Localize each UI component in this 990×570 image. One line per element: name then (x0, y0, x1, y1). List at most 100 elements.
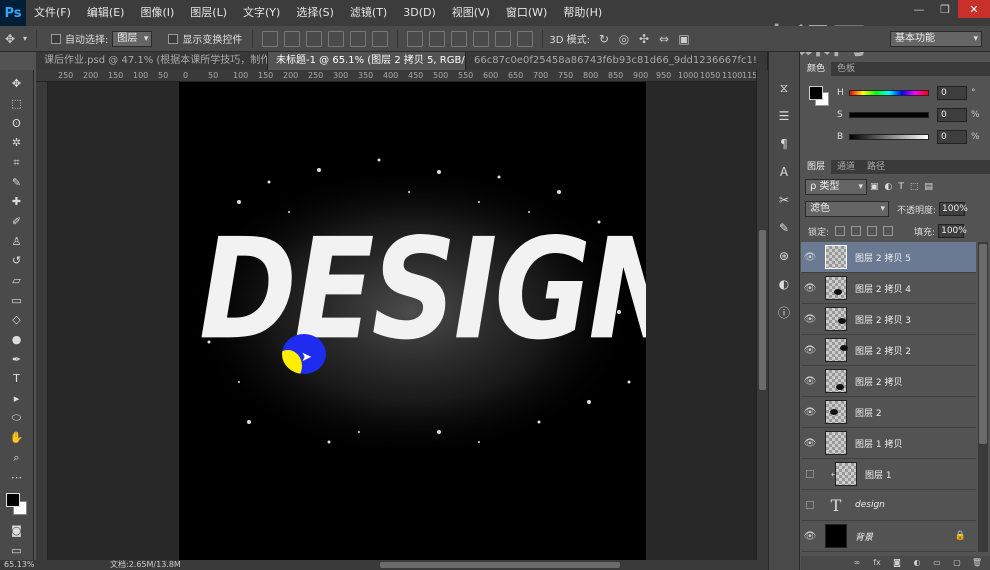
trash-icon[interactable]: 🗑 (970, 558, 984, 568)
saturation-slider[interactable] (849, 112, 929, 118)
move-tool-icon[interactable]: ✥ (0, 29, 20, 49)
distribute-hcenter-icon[interactable] (495, 30, 512, 47)
3d-roll-icon[interactable]: ◎ (614, 29, 634, 49)
align-vcenter-icon[interactable] (284, 30, 301, 47)
new-layer-icon[interactable]: ▢ (950, 558, 964, 568)
workspace-dropdown[interactable]: 基本功能 (890, 31, 982, 47)
marquee-tool-icon[interactable]: ⬚ (3, 94, 31, 114)
chevron-down-icon[interactable]: ▾ (20, 29, 30, 49)
align-right-icon[interactable] (372, 30, 389, 47)
shape-tool-icon[interactable]: ⬭ (3, 408, 31, 428)
menu-edit[interactable]: 编辑(E) (79, 0, 133, 26)
eyedropper-icon[interactable]: ✎ (3, 172, 31, 192)
tab-untitled[interactable]: 未标题-1 @ 65.1% (图层 2 拷贝 5, RGB/8) * × (268, 52, 466, 70)
distribute-vcenter-icon[interactable] (429, 30, 446, 47)
eye-icon[interactable]: 👁 (801, 407, 819, 418)
blur-tool-icon[interactable]: ◇ (3, 310, 31, 330)
filter-pixel-icon[interactable]: ▣ (870, 182, 879, 192)
clone-stamp-icon[interactable]: ♙ (3, 231, 31, 251)
hue-slider[interactable] (849, 90, 929, 96)
menu-layer[interactable]: 图层(L) (182, 0, 235, 26)
eye-icon[interactable]: 👁 (801, 283, 819, 294)
eraser-icon[interactable]: ▱ (3, 271, 31, 291)
info-panel-icon[interactable]: ⓘ (773, 301, 795, 323)
align-left-icon[interactable] (328, 30, 345, 47)
visibility-box[interactable] (806, 500, 814, 509)
history-panel-icon[interactable]: ⧖ (773, 77, 795, 99)
distribute-bottom-icon[interactable] (451, 30, 468, 47)
lock-image-icon[interactable] (851, 226, 862, 236)
adjustment-panel-icon[interactable]: ◐ (773, 273, 795, 295)
brightness-value[interactable]: 0 (937, 130, 967, 144)
align-bottom-icon[interactable] (306, 30, 323, 47)
brush-tool-icon[interactable]: ✐ (3, 212, 31, 232)
layer-row[interactable]: 👁 图层 2 拷贝 5 (801, 242, 976, 273)
tab-image-file[interactable]: 66c87c0e0f25458a86743f6b93c81d66_9dd1236… (466, 52, 768, 70)
align-hcenter-icon[interactable] (350, 30, 367, 47)
layer-row[interactable]: 👁 图层 2 拷贝 4 (801, 273, 976, 304)
brush-panel-icon[interactable]: ✎ (773, 217, 795, 239)
distribute-top-icon[interactable] (407, 30, 424, 47)
hand-tool-icon[interactable]: ✋ (3, 428, 31, 448)
menu-select[interactable]: 选择(S) (288, 0, 342, 26)
dodge-tool-icon[interactable]: ● (3, 330, 31, 350)
healing-brush-icon[interactable]: ✚ (3, 192, 31, 212)
properties-panel-icon[interactable]: ☰ (773, 105, 795, 127)
distribute-left-icon[interactable] (473, 30, 490, 47)
layer-row[interactable]: 👁 图层 2 拷贝 2 (801, 335, 976, 366)
tab-color[interactable]: 颜色 (801, 62, 832, 76)
group-icon[interactable]: ▭ (930, 558, 944, 568)
menu-filter[interactable]: 滤镜(T) (342, 0, 395, 26)
align-top-icon[interactable] (262, 30, 279, 47)
lock-position-icon[interactable] (867, 226, 878, 236)
eye-icon[interactable]: 👁 (801, 531, 819, 542)
opacity-input[interactable]: 100% (939, 202, 968, 216)
scroll-thumb[interactable] (979, 244, 987, 444)
layers-scrollbar[interactable] (978, 242, 988, 552)
foreground-color[interactable] (5, 493, 20, 508)
blend-mode-dropdown[interactable]: 滤色 (805, 201, 889, 217)
clone-source-icon[interactable]: ⊛ (773, 245, 795, 267)
adjustment-icon[interactable]: ◐ (910, 558, 924, 568)
document-canvas[interactable]: DESIGN ➤ (179, 82, 646, 560)
eye-hidden[interactable] (801, 468, 819, 481)
saturation-value[interactable]: 0 (937, 108, 967, 122)
fill-input[interactable]: 100% (938, 224, 967, 238)
canvas-vertical-scrollbar[interactable] (756, 70, 768, 560)
visibility-box[interactable] (806, 469, 814, 478)
3d-scale-icon[interactable]: ▣ (674, 29, 694, 49)
pen-tool-icon[interactable]: ✒ (3, 349, 31, 369)
lock-all-icon[interactable] (883, 226, 894, 236)
canvas-area[interactable]: DESIGN ➤ (48, 82, 756, 560)
move-tool-icon[interactable]: ✥ (3, 74, 31, 94)
paragraph-panel-icon[interactable]: ¶ (773, 133, 795, 155)
color-swatches[interactable] (3, 491, 31, 521)
menu-view[interactable]: 视图(V) (444, 0, 498, 26)
show-transform-checkbox[interactable] (168, 33, 179, 44)
menu-window[interactable]: 窗口(W) (498, 0, 555, 26)
auto-select-dropdown[interactable]: 图层 (112, 30, 153, 47)
layer-kind-filter[interactable]: ρ 类型 (805, 179, 867, 195)
layer-row[interactable]: T design (801, 490, 976, 521)
lock-transparent-icon[interactable] (835, 226, 846, 236)
horizontal-scroll-thumb[interactable] (380, 562, 620, 568)
scroll-thumb[interactable] (759, 230, 766, 390)
gradient-tool-icon[interactable]: ▭ (3, 290, 31, 310)
zoom-tool-icon[interactable]: ⌕ (3, 448, 31, 468)
restore-button[interactable]: ❐ (932, 0, 958, 18)
layer-row[interactable]: 👁 背景 🔒 (801, 521, 976, 552)
tab-swatches[interactable]: 色板 (831, 62, 861, 76)
tab-channels[interactable]: 通道 (831, 160, 861, 174)
history-brush-icon[interactable]: ↺ (3, 251, 31, 271)
menu-help[interactable]: 帮助(H) (555, 0, 610, 26)
color-foreground-swatch[interactable] (809, 86, 823, 100)
character-panel-icon[interactable]: A (773, 161, 795, 183)
eye-icon[interactable]: 👁 (801, 252, 819, 263)
zoom-level[interactable]: 65.13% (4, 560, 35, 570)
layer-row[interactable]: ↵ 图层 1 (801, 459, 976, 490)
layer-row[interactable]: 👁 图层 2 (801, 397, 976, 428)
eye-hidden[interactable] (801, 499, 819, 512)
auto-select-checkbox[interactable] (51, 33, 61, 44)
link-icon[interactable]: ∞ (850, 558, 864, 568)
eye-icon[interactable]: 👁 (801, 438, 819, 449)
